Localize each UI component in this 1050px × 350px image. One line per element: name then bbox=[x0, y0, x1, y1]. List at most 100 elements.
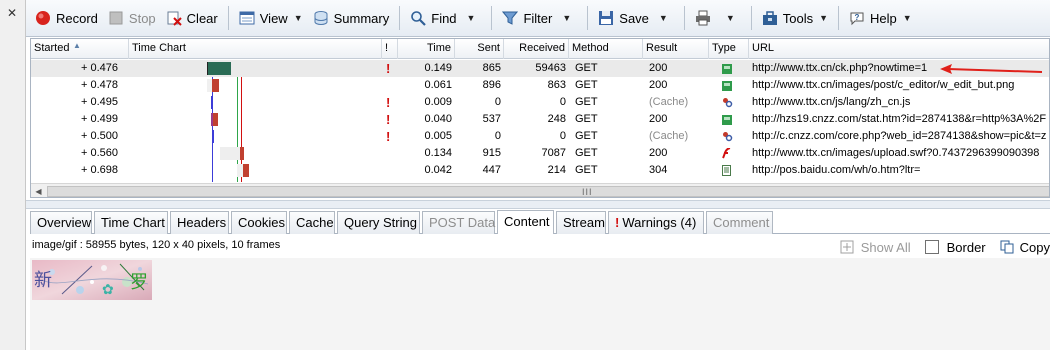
image-icon bbox=[719, 111, 739, 128]
content-toolbar: Show All Border Copy bbox=[830, 236, 1050, 258]
column-type[interactable]: Type bbox=[709, 39, 749, 59]
session-grid: Started ▲ Time Chart ! Time Sent Received… bbox=[30, 38, 1050, 198]
stop-button[interactable]: Stop bbox=[103, 5, 161, 31]
tab-cookies[interactable]: Cookies bbox=[231, 211, 287, 234]
time-cell: 0.149 bbox=[424, 62, 452, 74]
url-cell: http://www.ttx.cn/images/upload.swf?0.74… bbox=[752, 147, 1040, 159]
sent-cell: 0 bbox=[494, 96, 501, 108]
method-cell: GET bbox=[575, 164, 598, 176]
search-icon bbox=[410, 10, 427, 26]
script-icon bbox=[719, 94, 739, 111]
method-cell: GET bbox=[575, 130, 598, 142]
column-received[interactable]: Received bbox=[504, 39, 569, 59]
table-row[interactable]: + 0.478 0.061 896 863 GET 200 http://www.ttx.c… bbox=[31, 77, 1049, 94]
scroll-thumb[interactable]: III bbox=[47, 186, 1049, 197]
tab-query-string[interactable]: Query String bbox=[337, 211, 420, 234]
clear-button[interactable]: Clear bbox=[161, 5, 223, 31]
svg-text:✿: ✿ bbox=[102, 282, 114, 298]
method-cell: GET bbox=[575, 113, 598, 125]
annotation-arrow bbox=[940, 64, 1043, 74]
column-warning[interactable]: ! bbox=[382, 39, 398, 59]
method-cell: GET bbox=[575, 62, 598, 74]
summary-icon bbox=[313, 10, 329, 26]
table-row[interactable]: + 0.698 0.042 447 214 GET 304 http://pos.baidu… bbox=[31, 162, 1049, 179]
column-result[interactable]: Result bbox=[643, 39, 709, 59]
table-row[interactable]: + 0.560 0.134 915 7087 GET 200 http://www.ttx.… bbox=[31, 145, 1049, 162]
checkbox-box[interactable] bbox=[924, 240, 939, 254]
toolbar-separator bbox=[399, 6, 401, 30]
table-row[interactable]: + 0.476! 0.149 865 59463 GET 200 http://www.tt… bbox=[31, 60, 1049, 77]
print-button[interactable]: ▼ bbox=[690, 5, 746, 31]
tab-warnings[interactable]: ! Warnings (4) bbox=[608, 211, 704, 234]
timeline-bar bbox=[213, 113, 218, 126]
pane-splitter[interactable] bbox=[26, 200, 1050, 209]
url-cell: http://hzs19.cnzz.com/stat.htm?id=287413… bbox=[752, 113, 1047, 125]
chevron-down-icon: ▼ bbox=[293, 13, 303, 23]
tab-content[interactable]: Content bbox=[497, 210, 554, 235]
warning-cell bbox=[382, 162, 398, 179]
help-button[interactable]: ? Help ▼ bbox=[844, 5, 917, 31]
horizontal-scrollbar[interactable]: ◀ III bbox=[31, 183, 1049, 197]
filter-button[interactable]: Filter ▼ bbox=[497, 5, 582, 31]
url-cell: http://www.ttx.cn/images/post/c_editor/w… bbox=[752, 79, 1015, 91]
warning-cell: ! bbox=[386, 61, 391, 76]
timeline-bar bbox=[220, 147, 240, 160]
document-icon bbox=[719, 162, 739, 179]
tab-stream[interactable]: Stream bbox=[556, 211, 606, 234]
column-started[interactable]: Started ▲ bbox=[31, 39, 129, 59]
table-row[interactable]: + 0.500! 0.005 0 0 GET (Cache) http://c.cnzz.c… bbox=[31, 128, 1049, 145]
view-button[interactable]: View ▼ bbox=[234, 5, 308, 31]
chevron-down-icon[interactable]: ▼ bbox=[562, 13, 571, 23]
column-time[interactable]: Time bbox=[398, 39, 455, 59]
chevron-down-icon[interactable]: ▼ bbox=[467, 13, 476, 23]
save-button[interactable]: Save ▼ bbox=[593, 5, 679, 31]
border-checkbox[interactable]: Border bbox=[924, 240, 986, 255]
tab-comment[interactable]: Comment bbox=[706, 211, 773, 234]
find-button[interactable]: Find ▼ bbox=[405, 5, 486, 31]
started-cell: + 0.560 bbox=[80, 147, 118, 159]
timeline-bar bbox=[243, 164, 249, 177]
chevron-down-icon[interactable]: ▼ bbox=[726, 13, 735, 23]
copy-button[interactable]: Copy bbox=[1000, 240, 1050, 255]
received-cell: 248 bbox=[547, 113, 566, 125]
warning-cell: ! bbox=[386, 129, 391, 144]
tab-headers[interactable]: Headers bbox=[170, 211, 229, 234]
column-url[interactable]: URL bbox=[749, 39, 1049, 59]
left-frame-strip: ✕ bbox=[0, 0, 26, 350]
time-cell: 0.005 bbox=[424, 130, 452, 142]
column-sent[interactable]: Sent bbox=[455, 39, 504, 59]
started-cell: + 0.495 bbox=[80, 96, 118, 108]
table-row[interactable]: + 0.495! 0.009 0 0 GET (Cache) http://www.ttx.… bbox=[31, 94, 1049, 111]
column-time-chart[interactable]: Time Chart bbox=[129, 39, 382, 59]
toolbox-icon bbox=[762, 10, 778, 26]
content-info: image/gif : 58955 bytes, 120 x 40 pixels… bbox=[32, 239, 281, 251]
save-icon bbox=[598, 10, 614, 26]
toolbar-separator bbox=[750, 6, 752, 30]
tab-overview[interactable]: Overview bbox=[30, 211, 92, 234]
timeline-bar bbox=[208, 62, 231, 75]
timeline-bar bbox=[211, 96, 213, 109]
tools-button[interactable]: Tools ▼ bbox=[757, 5, 833, 31]
tab-cache[interactable]: Cache bbox=[289, 211, 335, 234]
grid-header: Started ▲ Time Chart ! Time Sent Received… bbox=[31, 39, 1049, 59]
show-all-button[interactable]: Show All bbox=[840, 240, 911, 255]
close-icon[interactable]: ✕ bbox=[7, 7, 17, 19]
image-icon bbox=[719, 77, 739, 94]
started-cell: + 0.499 bbox=[80, 113, 118, 125]
record-button[interactable]: Record bbox=[30, 5, 103, 31]
tab-post-data[interactable]: POST Data bbox=[422, 211, 495, 234]
column-method[interactable]: Method bbox=[569, 39, 643, 59]
received-cell: 0 bbox=[559, 96, 566, 108]
summary-button[interactable]: Summary bbox=[308, 5, 395, 31]
toolbar-separator bbox=[683, 6, 685, 30]
sent-cell: 0 bbox=[494, 130, 501, 142]
result-cell: 200 bbox=[649, 79, 668, 91]
sent-cell: 537 bbox=[482, 113, 501, 125]
toolbar-separator bbox=[838, 6, 840, 30]
chevron-down-icon: ▼ bbox=[819, 13, 829, 23]
chevron-down-icon: ▼ bbox=[902, 13, 912, 23]
tab-time-chart[interactable]: Time Chart bbox=[94, 211, 168, 234]
chevron-down-icon[interactable]: ▼ bbox=[659, 13, 668, 23]
scroll-left-icon[interactable]: ◀ bbox=[31, 184, 46, 197]
table-row[interactable]: + 0.499! 0.040 537 248 GET 200 http://hzs19.cn… bbox=[31, 111, 1049, 128]
